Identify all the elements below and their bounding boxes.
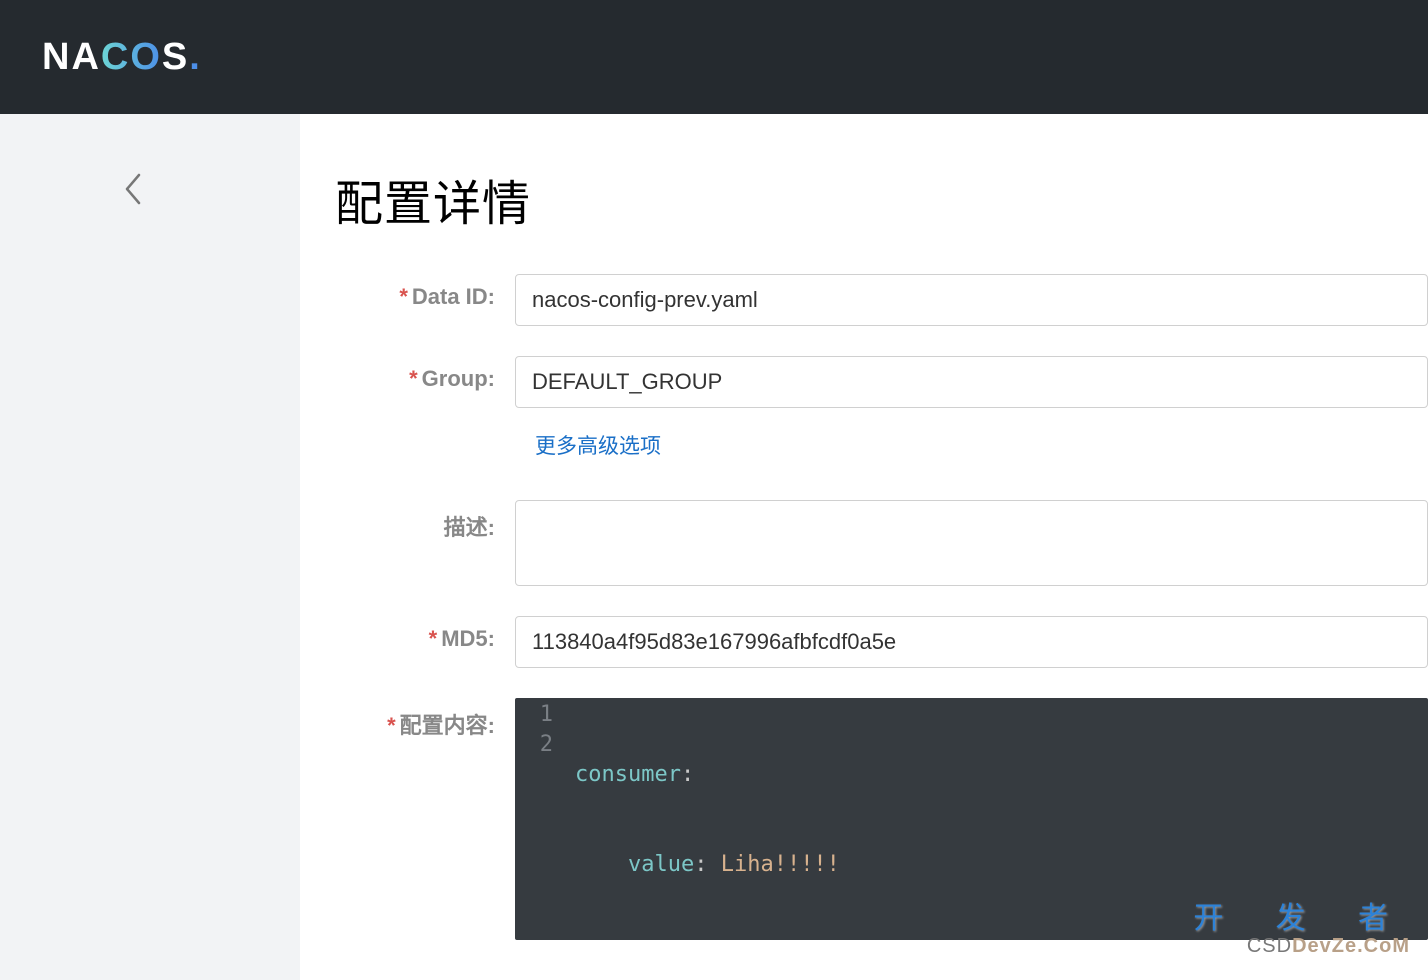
- description-input[interactable]: [515, 500, 1428, 586]
- code-gutter: 1 2: [515, 700, 565, 940]
- description-label: 描述:: [335, 500, 515, 542]
- data-id-label: *Data ID:: [335, 274, 515, 310]
- form-row-md5: *MD5:: [335, 616, 1428, 668]
- content-label: *配置内容:: [335, 698, 515, 740]
- sidebar: [0, 114, 300, 980]
- code-content: consumer: value: Liha!!!!!: [565, 700, 840, 940]
- main-content: 配置详情 *Data ID: *Group: 更多高级选项 描述: *MD5: …: [300, 114, 1428, 980]
- app-header: NACOS.: [0, 0, 1428, 114]
- brand-logo: NACOS.: [42, 36, 202, 79]
- advanced-options-link[interactable]: 更多高级选项: [535, 430, 661, 460]
- group-label: *Group:: [335, 356, 515, 392]
- main-container: 配置详情 *Data ID: *Group: 更多高级选项 描述: *MD5: …: [0, 114, 1428, 980]
- form-row-content: *配置内容: 1 2 consumer: value: Liha!!!!!: [335, 698, 1428, 940]
- code-editor[interactable]: 1 2 consumer: value: Liha!!!!!: [515, 698, 1428, 940]
- form-row-data-id: *Data ID:: [335, 274, 1428, 326]
- back-chevron-icon[interactable]: [118, 169, 148, 209]
- group-input[interactable]: [515, 356, 1428, 408]
- data-id-input[interactable]: [515, 274, 1428, 326]
- page-title: 配置详情: [335, 164, 1428, 234]
- md5-label: *MD5:: [335, 616, 515, 652]
- form-row-description: 描述:: [335, 500, 1428, 586]
- form-row-group: *Group:: [335, 356, 1428, 408]
- md5-input[interactable]: [515, 616, 1428, 668]
